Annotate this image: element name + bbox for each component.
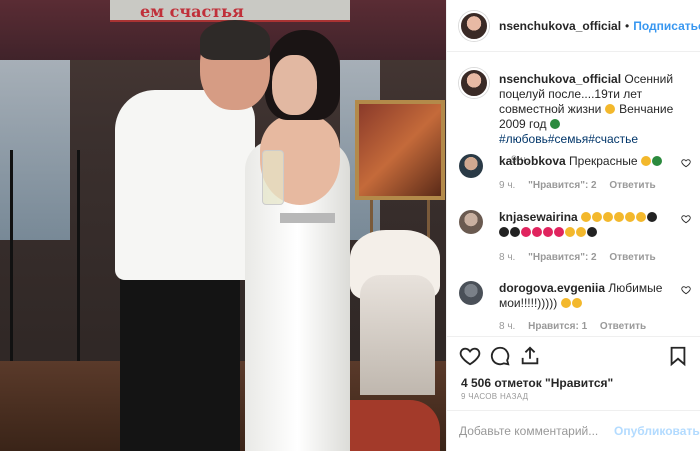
- frog-emoji-icon: [549, 119, 560, 129]
- header-username[interactable]: nsenchukova_official: [499, 19, 621, 33]
- black-heart-icon: [510, 227, 520, 237]
- red-heart-icon: [521, 227, 531, 237]
- heart-icon[interactable]: [681, 285, 691, 295]
- comment-body: dorogova.evgeniia Любимые мои!!!!!))))): [499, 281, 674, 311]
- heart-eyes-emoji-icon: [640, 156, 651, 166]
- comment-time[interactable]: 9 ч.: [499, 180, 515, 191]
- hands-emoji-icon: [565, 227, 575, 237]
- comment-likes[interactable]: "Нравится": 2: [528, 180, 597, 191]
- comment-meta: 9 ч. "Нравится": 2 Ответить: [499, 180, 666, 191]
- comment-meta: 8 ч. "Нравится": 2 Ответить: [499, 252, 666, 263]
- emoji-icon: [614, 212, 625, 222]
- follow-button[interactable]: Подписаться: [633, 19, 700, 33]
- red-heart-icon: [554, 227, 564, 237]
- likes-count[interactable]: 4 506 отметок "Нравится": [461, 376, 613, 390]
- man-trousers: [120, 270, 240, 451]
- comments-list[interactable]: nsenchukova_official Осенний поцелуй пос…: [447, 52, 700, 335]
- bookmark-icon[interactable]: [667, 345, 689, 367]
- red-heart-icon: [532, 227, 542, 237]
- banner-text: ем счастья: [140, 2, 244, 21]
- heart-eyes-emoji-icon: [571, 298, 582, 308]
- comment-body: knjasewairina: [499, 210, 674, 240]
- dress-belt: [280, 213, 335, 223]
- hands-emoji-icon: [576, 227, 586, 237]
- comment-username[interactable]: katbobkova: [499, 154, 566, 168]
- party-emoji-icon: [587, 227, 597, 237]
- post-photo[interactable]: ем счастья: [0, 0, 446, 451]
- painting: [355, 100, 445, 200]
- comment-likes[interactable]: Нравится: 1: [528, 321, 587, 332]
- man-shirt: [115, 90, 255, 280]
- emoji-icon: [592, 212, 603, 222]
- comment-time[interactable]: 8 ч.: [499, 321, 515, 332]
- emoji-icon: [603, 212, 614, 222]
- woman-face: [272, 55, 317, 115]
- avatar[interactable]: [459, 10, 489, 41]
- comment-input[interactable]: [459, 424, 614, 438]
- smile-emoji-icon: [604, 104, 615, 114]
- heart-icon[interactable]: [681, 214, 691, 224]
- reply-button[interactable]: Ответить: [609, 252, 655, 263]
- caption-username[interactable]: nsenchukova_official: [499, 72, 621, 86]
- black-heart-icon: [647, 212, 658, 222]
- champagne-glass: [262, 150, 284, 205]
- heart-icon[interactable]: [681, 158, 691, 168]
- comment-body: katbobkova Прекрасные: [499, 154, 674, 169]
- post-button[interactable]: Опубликовать: [614, 424, 700, 438]
- emoji-icon: [581, 212, 592, 222]
- black-heart-icon: [499, 227, 509, 237]
- man-hair: [200, 20, 270, 60]
- cat-heart-eyes-emoji-icon: [560, 298, 571, 308]
- instagram-post: ем счастья nsenchukova_official • Подпис…: [0, 0, 700, 451]
- comment-meta: 8 ч. Нравится: 1 Ответить: [499, 321, 656, 332]
- comment-composer: Опубликовать: [447, 410, 700, 451]
- comment-likes[interactable]: "Нравится": 2: [528, 252, 597, 263]
- comment-avatar[interactable]: [459, 210, 483, 234]
- emoji-icon: [625, 212, 636, 222]
- post-side-panel: nsenchukova_official • Подписаться nsenc…: [446, 0, 700, 451]
- post-date[interactable]: 9 ЧАСОВ НАЗАД: [461, 392, 528, 401]
- plant-emoji-icon: [651, 156, 662, 166]
- action-bar: [447, 336, 700, 374]
- red-heart-icon: [543, 227, 553, 237]
- comment-time[interactable]: 8 ч.: [499, 252, 515, 263]
- reply-button[interactable]: Ответить: [600, 321, 646, 332]
- table: [360, 275, 435, 395]
- caption-tags[interactable]: #любовь#семья#счастье: [499, 132, 638, 146]
- comment-avatar[interactable]: [459, 154, 483, 178]
- caption-avatar[interactable]: [459, 68, 489, 98]
- reply-button[interactable]: Ответить: [609, 180, 655, 191]
- emoji-icon: [636, 212, 647, 222]
- comment-username[interactable]: dorogova.evgeniia: [499, 281, 605, 295]
- comment-bubble-icon[interactable]: [489, 345, 511, 367]
- like-heart-icon[interactable]: [459, 345, 481, 367]
- comment-avatar[interactable]: [459, 281, 483, 305]
- post-header: nsenchukova_official • Подписаться: [447, 0, 700, 52]
- caption-text: nsenchukova_official Осенний поцелуй пос…: [499, 72, 689, 147]
- speaker-stand: [10, 150, 80, 380]
- comment-username[interactable]: knjasewairina: [499, 210, 578, 224]
- share-icon[interactable]: [519, 345, 541, 367]
- separator-dot: •: [625, 18, 630, 33]
- comment-text: Прекрасные: [569, 154, 638, 168]
